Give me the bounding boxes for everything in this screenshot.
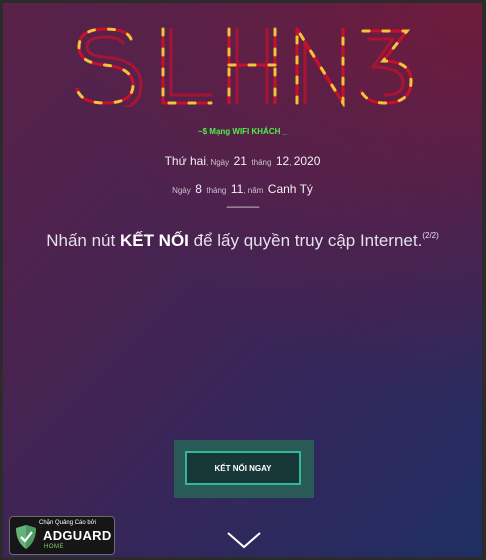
solar-month-label: tháng — [251, 158, 272, 167]
shield-check-icon — [16, 525, 36, 549]
lunar-year-label: năm — [247, 186, 264, 195]
instruction-bold: KẾT NỐI — [119, 231, 189, 250]
solar-year: 2020 — [293, 154, 321, 168]
connect-now-button[interactable]: KẾT NỐI NGAY — [185, 451, 301, 485]
instruction-text: Nhấn nút KẾT NỐI để lấy quyền truy cập I… — [3, 231, 482, 251]
lunar-year: Canh Tý — [267, 182, 313, 196]
instruction-after: để lấy quyền truy cập Internet. — [188, 231, 423, 250]
lunar-date: Ngày 8 tháng 11, năm Canh Tý — [172, 182, 313, 196]
lunar-month: 11 — [230, 182, 244, 196]
solar-date: Thứ hai, Ngày 21 tháng 12, 2020 — [164, 154, 321, 168]
adguard-brand: ADGUARD — [43, 528, 112, 543]
lunar-day: 8 — [195, 182, 202, 196]
instruction-step: (2/2) — [422, 231, 439, 240]
solar-weekday: Thứ hai — [164, 154, 206, 168]
instruction-before: Nhấn nút — [46, 231, 120, 250]
captive-portal-page: ~$ Mạng WIFI KHÁCH _ Thứ hai, Ngày 21 th… — [3, 3, 482, 557]
solar-month: 12 — [275, 154, 290, 168]
adguard-tagline: Chặn Quảng Cáo bởi — [39, 520, 96, 526]
solar-day-label: Ngày — [210, 158, 230, 167]
chevron-down-icon[interactable] — [225, 529, 263, 551]
connect-button-frame: KẾT NỐI NGAY — [174, 440, 314, 498]
divider: -------------- — [226, 202, 260, 213]
adguard-product: HOME — [44, 544, 64, 550]
lunar-month-label: tháng — [206, 186, 227, 195]
solar-day: 21 — [233, 154, 247, 168]
wifi-network-title: ~$ Mạng WIFI KHÁCH _ — [197, 127, 288, 136]
lunar-day-label: Ngày — [172, 186, 191, 195]
slhn3-logo — [75, 25, 413, 107]
adguard-badge[interactable]: Chặn Quảng Cáo bởi ADGUARD HOME — [9, 516, 115, 555]
